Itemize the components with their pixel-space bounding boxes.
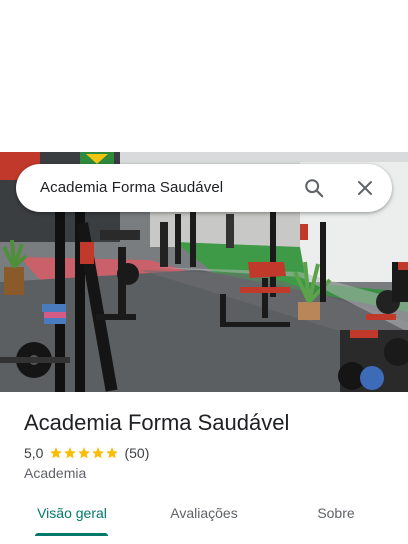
star-rating [49,446,119,460]
review-count[interactable]: (50) [124,445,149,461]
star-icon [78,447,91,459]
tab-label: Visão geral [37,505,107,521]
active-tab-indicator [35,533,108,536]
tab-bar: Visão geral Avaliações Sobre [0,496,408,536]
star-icon [64,447,77,459]
clear-search-button[interactable] [349,172,381,204]
rating-row[interactable]: 5,0 (50) [24,444,149,462]
place-category: Academia [24,465,87,481]
search-bar[interactable]: Academia Forma Saudável [16,164,392,212]
tab-reviews[interactable]: Avaliações [156,496,252,536]
star-icon [92,447,105,459]
star-icon [106,447,119,459]
blank-area [0,0,408,152]
search-icon [305,179,324,198]
rating-value: 5,0 [24,445,44,461]
star-icon [50,447,63,459]
search-button[interactable] [298,172,330,204]
place-title: Academia Forma Saudável [24,410,290,435]
tab-label: Sobre [317,505,355,521]
tab-label: Avaliações [170,505,238,521]
search-input[interactable]: Academia Forma Saudável [40,179,223,196]
close-icon [358,181,372,195]
tab-about[interactable]: Sobre [288,496,384,536]
tab-overview[interactable]: Visão geral [24,496,120,536]
